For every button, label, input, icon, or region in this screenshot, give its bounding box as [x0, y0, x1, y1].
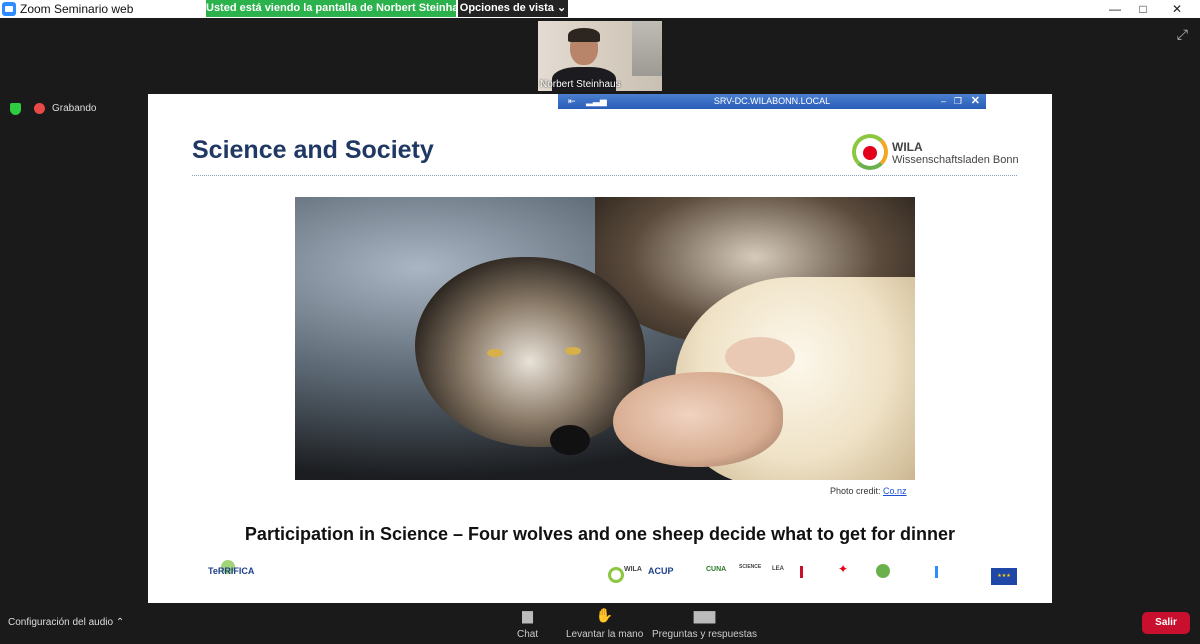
- screen-share-banner: Usted está viendo la pantalla de Norbert…: [206, 0, 471, 17]
- logo-name: WILA: [892, 140, 923, 154]
- partner-logo-icon: [876, 564, 890, 578]
- partner-logo-icon: [935, 566, 958, 578]
- wolf-head: [415, 257, 645, 447]
- close-button[interactable]: ✕: [1160, 0, 1194, 18]
- qa-icon: ▆▆: [693, 607, 716, 623]
- participant-video[interactable]: Norbert Steinhaus: [538, 21, 662, 91]
- partner-logo-icon: [608, 567, 624, 583]
- audio-settings-button[interactable]: Configuración del audio ⌃: [8, 617, 124, 628]
- participant-hair: [568, 28, 600, 42]
- wolves-and-sheep-photo: [295, 197, 915, 480]
- remote-desktop-bar[interactable]: ⇤ ▂▃▅ SRV-DC.WILABONN.LOCAL – ❐ ✕: [558, 94, 986, 109]
- remote-close-icon[interactable]: ✕: [971, 94, 980, 109]
- wila-logo-dot: [863, 146, 877, 160]
- logo-subtitle: Wissenschaftsladen Bonn: [892, 154, 1019, 166]
- slide-title: Science and Society: [192, 136, 434, 164]
- video-background-window: [632, 21, 662, 76]
- eu-flag-icon: ★★★: [991, 568, 1017, 585]
- shield-icon[interactable]: [10, 103, 21, 115]
- photo-credit-link[interactable]: Co.nz: [883, 486, 907, 496]
- recording-label: Grabando: [52, 103, 97, 114]
- shared-screen: ⇤ ▂▃▅ SRV-DC.WILABONN.LOCAL – ❐ ✕ Scienc…: [148, 94, 1052, 603]
- remote-minimize-icon[interactable]: –: [941, 94, 946, 109]
- photo-credit-label: Photo credit:: [830, 486, 884, 496]
- partner-logo: ACUP: [648, 566, 674, 576]
- photo-credit: Photo credit: Co.nz: [830, 486, 907, 496]
- partner-logo-icon: ✦: [838, 562, 849, 576]
- recording-icon: [34, 103, 45, 114]
- title-bar: Zoom Seminario web Usted está viendo la …: [0, 0, 1200, 18]
- qa-label: Preguntas y respuestas: [652, 629, 758, 640]
- wolf-eye: [565, 347, 581, 355]
- sheep-head: [613, 372, 783, 467]
- remote-host-name: SRV-DC.WILABONN.LOCAL: [713, 96, 831, 106]
- chat-icon: ▆: [522, 607, 533, 623]
- chat-label: Chat: [517, 629, 539, 640]
- view-options-button[interactable]: Opciones de vista ⌄: [458, 0, 568, 17]
- hand-icon: ✋: [595, 607, 614, 623]
- pin-icon[interactable]: ⇤: [568, 94, 576, 109]
- signal-icon: ▂▃▅: [586, 96, 607, 106]
- partner-logo: CUNA: [706, 566, 727, 573]
- terrifica-logo: TeRRIFICA: [208, 566, 255, 576]
- partner-logo: WILA: [624, 566, 642, 573]
- raise-hand-label: Levantar la mano: [566, 629, 644, 640]
- slide-caption: Participation in Science – Four wolves a…: [244, 524, 956, 544]
- window-title: Zoom Seminario web: [20, 2, 134, 16]
- qa-button[interactable]: ▆▆ Preguntas y respuestas: [652, 606, 757, 640]
- maximize-button[interactable]: □: [1126, 0, 1160, 18]
- partner-logo-icon: [800, 566, 811, 578]
- sheep-ear: [725, 337, 795, 377]
- wolf-eye: [487, 349, 503, 357]
- participant-name: Norbert Steinhaus: [540, 79, 621, 90]
- raise-hand-button[interactable]: ✋ Levantar la mano: [566, 606, 643, 640]
- remote-restore-icon[interactable]: ❐: [954, 94, 962, 109]
- partner-logo: SCIENCE: [739, 564, 762, 570]
- fullscreen-icon[interactable]: ⤢: [1177, 26, 1188, 43]
- partner-logo: LEA: [772, 566, 784, 572]
- zoom-app-icon: [2, 2, 16, 16]
- leave-button[interactable]: Salir: [1142, 612, 1190, 634]
- wolf-nose: [550, 425, 590, 455]
- chat-button[interactable]: ▆ Chat: [517, 606, 538, 640]
- title-divider: [192, 175, 1017, 176]
